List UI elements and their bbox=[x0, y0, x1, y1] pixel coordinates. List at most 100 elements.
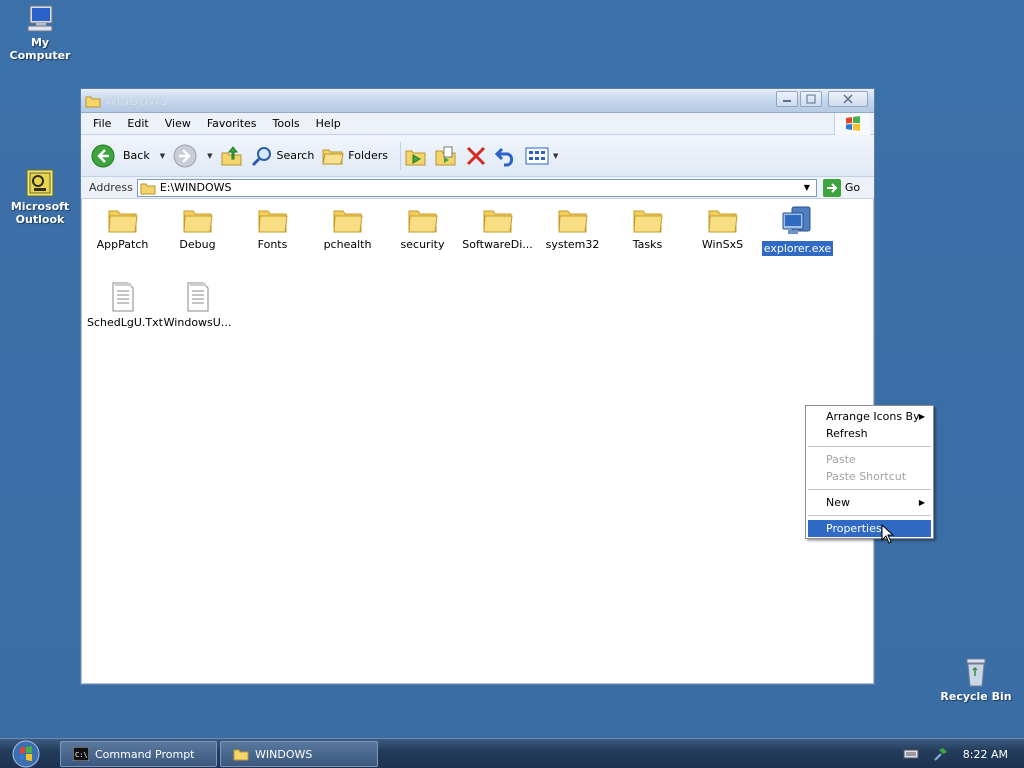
windows-logo bbox=[834, 113, 870, 135]
maximize-button[interactable] bbox=[800, 91, 822, 107]
explorer-window[interactable]: WINDOWS File Edit View Favorites Tools H… bbox=[80, 88, 875, 685]
forward-button[interactable]: ▼ bbox=[173, 144, 213, 168]
folder-icon bbox=[233, 749, 249, 761]
mouse-cursor-icon bbox=[881, 524, 895, 544]
menu-item-arrange-icons-by[interactable]: Arrange Icons By ▶ bbox=[808, 408, 931, 425]
folders-label: Folders bbox=[348, 149, 389, 162]
address-bar: Address E:\WINDOWS ▼ Go bbox=[81, 177, 874, 199]
file-name: Debug bbox=[179, 238, 216, 251]
menu-item-label: Properties bbox=[826, 522, 882, 535]
submenu-arrow-icon: ▶ bbox=[918, 498, 925, 507]
window-titlebar[interactable]: WINDOWS bbox=[81, 89, 874, 113]
file-item[interactable]: WinSxS bbox=[685, 205, 760, 252]
menu-item-properties[interactable]: Properties bbox=[808, 520, 931, 537]
taskbar: C:\ Command Prompt WINDOWS 8:22 AM bbox=[0, 738, 1024, 768]
windows-flag-icon bbox=[845, 116, 860, 131]
desktop-icon-outlook[interactable]: Microsoft Outlook bbox=[0, 168, 80, 226]
file-item[interactable]: security bbox=[385, 205, 460, 252]
close-button[interactable] bbox=[828, 91, 868, 107]
file-item[interactable]: explorer.exe bbox=[760, 205, 835, 256]
clock[interactable]: 8:22 AM bbox=[963, 748, 1008, 761]
start-button[interactable] bbox=[6, 740, 46, 768]
file-name: pchealth bbox=[323, 238, 372, 251]
desktop-icon-my-computer[interactable]: My Computer bbox=[0, 4, 80, 62]
file-name: Fonts bbox=[257, 238, 288, 251]
folder-icon bbox=[707, 210, 738, 233]
toolbar: Back ▼ ▼ Search Folders ▼ bbox=[81, 135, 874, 177]
undo-icon bbox=[495, 147, 514, 166]
delete-icon bbox=[466, 146, 486, 165]
back-button[interactable]: Back ▼ bbox=[91, 144, 165, 168]
file-item[interactable]: Fonts bbox=[235, 205, 310, 252]
forward-dropdown-icon[interactable]: ▼ bbox=[207, 152, 212, 160]
folder-icon bbox=[407, 210, 438, 233]
folder-icon bbox=[332, 210, 363, 233]
text-file-icon bbox=[112, 282, 133, 312]
file-item[interactable]: AppPatch bbox=[85, 205, 160, 252]
file-item[interactable]: SoftwareDi... bbox=[460, 205, 535, 252]
menu-file[interactable]: File bbox=[85, 117, 119, 130]
folder-icon bbox=[557, 210, 588, 233]
search-button[interactable]: Search bbox=[251, 145, 314, 167]
file-item[interactable]: Tasks bbox=[610, 205, 685, 252]
move-to-button[interactable] bbox=[405, 145, 427, 167]
task-label: WINDOWS bbox=[255, 747, 313, 761]
outlook-icon bbox=[26, 169, 54, 197]
menu-view[interactable]: View bbox=[157, 117, 199, 130]
folder-icon bbox=[482, 210, 513, 233]
window-title: WINDOWS bbox=[105, 93, 168, 108]
back-arrow-icon bbox=[91, 144, 115, 167]
menu-item-paste: Paste bbox=[808, 451, 931, 468]
menu-item-new[interactable]: New ▶ bbox=[808, 494, 931, 511]
file-name: WindowsU... bbox=[163, 316, 232, 329]
network-icon[interactable] bbox=[933, 746, 949, 762]
menu-item-label: Paste bbox=[826, 453, 856, 466]
menu-tools[interactable]: Tools bbox=[265, 117, 308, 130]
minimize-icon bbox=[783, 100, 791, 102]
file-item[interactable]: Debug bbox=[160, 205, 235, 252]
folder-icon bbox=[257, 210, 288, 233]
windows-orb-icon bbox=[12, 740, 40, 768]
desktop-icon-label: Recycle Bin bbox=[940, 690, 1012, 703]
file-item[interactable]: WindowsU... bbox=[160, 281, 235, 330]
folder-icon bbox=[107, 210, 138, 233]
views-dropdown-icon[interactable]: ▼ bbox=[553, 152, 558, 160]
back-dropdown-icon[interactable]: ▼ bbox=[160, 152, 165, 160]
copy-to-button[interactable] bbox=[435, 145, 457, 167]
address-dropdown-icon[interactable]: ▼ bbox=[800, 181, 814, 195]
go-label: Go bbox=[844, 181, 861, 194]
up-folder-button[interactable] bbox=[221, 145, 243, 167]
desktop-icon-recycle-bin[interactable]: Recycle Bin bbox=[936, 656, 1016, 703]
delete-button[interactable] bbox=[465, 145, 487, 167]
up-folder-icon bbox=[221, 145, 241, 165]
task-label: Command Prompt bbox=[95, 747, 195, 761]
menu-favorites[interactable]: Favorites bbox=[199, 117, 265, 130]
file-name: SchedLgU.Txt bbox=[87, 316, 163, 329]
keyboard-icon[interactable] bbox=[903, 748, 919, 760]
menu-item-refresh[interactable]: Refresh bbox=[808, 425, 931, 442]
file-list-area[interactable]: AppPatch Debug Fonts pchealth security Softwa… bbox=[82, 200, 873, 683]
views-button[interactable]: ▼ bbox=[525, 146, 558, 166]
undo-button[interactable] bbox=[495, 145, 517, 167]
minimize-button[interactable] bbox=[776, 91, 798, 107]
folders-icon bbox=[322, 149, 344, 164]
file-item[interactable]: SchedLgU.Txt bbox=[85, 281, 163, 330]
menu-edit[interactable]: Edit bbox=[119, 117, 156, 130]
address-input[interactable]: E:\WINDOWS ▼ bbox=[136, 178, 817, 197]
copy-to-icon bbox=[435, 146, 456, 165]
folders-button[interactable]: Folders bbox=[322, 146, 388, 166]
taskbar-item-windows[interactable]: WINDOWS bbox=[220, 741, 378, 767]
forward-arrow-icon bbox=[173, 144, 197, 167]
file-item[interactable]: system32 bbox=[535, 205, 610, 252]
svg-text:C:\: C:\ bbox=[75, 751, 88, 759]
taskbar-item-command-prompt[interactable]: C:\ Command Prompt bbox=[60, 741, 217, 767]
file-name: WinSxS bbox=[701, 238, 744, 251]
menu-help[interactable]: Help bbox=[308, 117, 349, 130]
menu-item-label: Paste Shortcut bbox=[826, 470, 907, 483]
back-label: Back bbox=[123, 149, 150, 162]
file-name: Tasks bbox=[632, 238, 663, 251]
file-item[interactable]: pchealth bbox=[310, 205, 385, 252]
go-button[interactable]: Go bbox=[822, 178, 861, 197]
recycle-bin-icon bbox=[966, 658, 986, 687]
folder-icon bbox=[140, 183, 156, 194]
